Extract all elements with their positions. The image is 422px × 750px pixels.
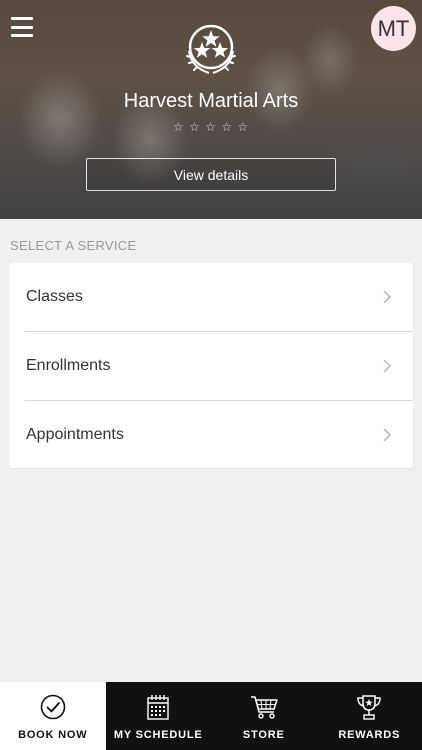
rating-star-icon[interactable]: ☆: [173, 120, 185, 134]
tab-label: MY SCHEDULE: [113, 729, 203, 741]
business-header: MT Harvest Martial Arts ☆ ☆ ☆ ☆ ☆ View d…: [0, 0, 422, 219]
rating-star-icon[interactable]: ☆: [205, 120, 217, 134]
rating-star-icon[interactable]: ☆: [237, 120, 249, 134]
bottom-tab-bar: BOOK NOW MY SCHEDULE STORE REWARDS: [0, 682, 422, 750]
stars-laurel-icon: [186, 24, 236, 74]
avatar[interactable]: MT: [371, 6, 416, 51]
calendar-icon: [147, 695, 169, 720]
service-list: Classes Enrollments Appointments: [9, 263, 413, 468]
cart-icon: [250, 696, 278, 719]
chevron-right-icon: [383, 429, 392, 441]
tab-my-schedule[interactable]: MY SCHEDULE: [106, 682, 212, 750]
service-item-enrollments[interactable]: Enrollments: [9, 332, 413, 400]
rating-stars[interactable]: ☆ ☆ ☆ ☆ ☆: [0, 120, 422, 134]
rating-star-icon[interactable]: ☆: [189, 120, 201, 134]
hamburger-menu-icon[interactable]: [11, 17, 33, 37]
view-details-button[interactable]: View details: [86, 158, 336, 191]
service-item-classes[interactable]: Classes: [9, 263, 413, 331]
check-circle-icon: [40, 694, 66, 720]
service-item-label: Classes: [26, 288, 83, 305]
trophy-icon: [357, 695, 381, 720]
tab-label: STORE: [242, 729, 285, 741]
chevron-right-icon: [383, 291, 392, 303]
tab-label: BOOK NOW: [18, 729, 88, 741]
tab-label: REWARDS: [338, 729, 401, 741]
service-item-label: Appointments: [26, 426, 124, 443]
tab-store[interactable]: STORE: [211, 682, 317, 750]
chevron-right-icon: [383, 360, 392, 372]
business-name: Harvest Martial Arts: [123, 90, 299, 112]
service-item-label: Enrollments: [26, 357, 111, 374]
rating-star-icon[interactable]: ☆: [221, 120, 233, 134]
section-heading: SELECT A SERVICE: [10, 238, 137, 253]
tab-book-now[interactable]: BOOK NOW: [0, 682, 106, 750]
service-item-appointments[interactable]: Appointments: [9, 401, 413, 469]
tab-rewards[interactable]: REWARDS: [317, 682, 422, 750]
